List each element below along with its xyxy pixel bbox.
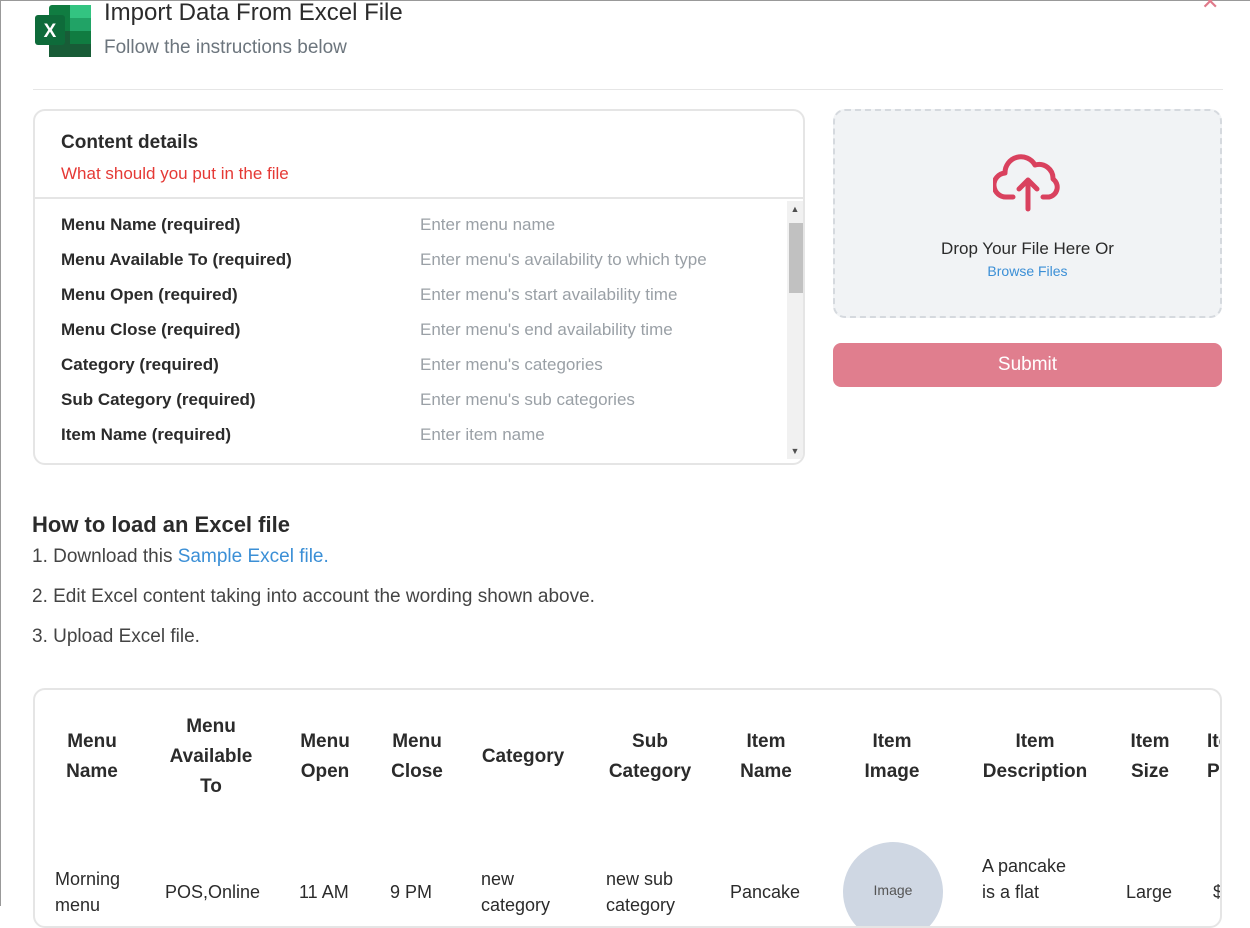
page-subtitle: Follow the instructions below (104, 37, 347, 58)
sample-excel-link[interactable]: Sample Excel file. (178, 546, 329, 567)
content-details-header: Content details What should you put in t… (35, 111, 803, 199)
field-label: Menu Available To (required) (61, 250, 292, 269)
file-dropzone[interactable]: Drop Your File Here Or Browse Files (833, 109, 1222, 318)
column-header: Menu Available To (169, 716, 253, 797)
cell-menu-open: 11 AM (299, 882, 349, 902)
drop-text: Drop Your File Here Or (941, 239, 1114, 258)
field-hint: Enter menu name (420, 215, 556, 234)
column-header: Menu Name (66, 731, 118, 782)
cell-menu-name: Morning menu (55, 869, 121, 915)
submit-button[interactable]: Submit (833, 343, 1222, 387)
content-details-card: Content details What should you put in t… (33, 109, 805, 465)
field-row: Item Name (required) Enter item name (61, 425, 781, 460)
cell-sub-category: new sub category (606, 869, 676, 915)
column-header: Menu Close (391, 731, 443, 782)
how-to-title: How to load an Excel file (32, 512, 290, 537)
field-hint: Enter menu's categories (420, 355, 603, 374)
field-label: Menu Close (required) (61, 320, 241, 339)
excel-icon: X (35, 5, 91, 57)
field-row: Menu Available To (required) Enter menu'… (61, 250, 781, 285)
field-label: Category (required) (61, 355, 219, 374)
field-hint: Enter menu's end availability time (420, 320, 673, 339)
column-header: Item Name (740, 731, 792, 782)
sample-table: Menu Name Menu Available To Menu Open Me… (33, 688, 1222, 928)
cell-menu-close: 9 PM (390, 882, 433, 902)
how-to-step-3: 3. Upload Excel file. (32, 626, 200, 647)
field-label: Menu Open (required) (61, 285, 238, 304)
cell-category: new category (481, 869, 551, 915)
field-row: Menu Open (required) Enter menu's start … (61, 285, 781, 320)
how-to-step-1: 1. Download this Sample Excel file. (32, 546, 329, 568)
column-header: Item Price (1207, 731, 1220, 782)
column-header: Item Image (864, 731, 920, 782)
column-header: Menu Open (300, 731, 350, 782)
excel-logo-letter: X (44, 21, 57, 42)
close-icon[interactable]: ✕ (1201, 0, 1219, 15)
field-list: Menu Name (required) Enter menu name Men… (35, 199, 785, 463)
browse-files-link[interactable]: Browse Files (835, 263, 1220, 279)
field-label: Sub Category (required) (61, 390, 256, 409)
column-header: Sub Category (608, 731, 692, 782)
how-to-step-2: 2. Edit Excel content taking into accoun… (32, 586, 595, 607)
field-hint: Enter menu's availability to which type (420, 250, 707, 269)
scroll-up-arrow-icon[interactable]: ▲ (787, 201, 803, 217)
scroll-down-arrow-icon[interactable]: ▼ (787, 443, 803, 459)
cell-item-description: A pancake is a flat (982, 856, 1067, 902)
cloud-upload-icon (993, 154, 1060, 212)
scroll-thumb[interactable] (789, 223, 803, 293)
field-row: Category (required) Enter menu's categor… (61, 355, 781, 390)
modal-header: X Import Data From Excel File Follow the… (33, 0, 1223, 90)
cell-menu-available-to: POS,Online (165, 882, 261, 902)
cell-item-price: $ (1213, 879, 1220, 905)
cell-item-size: Large (1126, 882, 1173, 902)
item-image-label: Image (873, 882, 913, 898)
item-image-placeholder: Image (843, 842, 943, 926)
column-header: Category (481, 746, 565, 767)
field-label: Item Name (required) (61, 425, 232, 444)
column-header: Item Description (982, 731, 1088, 782)
column-header: Item Size (1130, 731, 1170, 782)
content-details-subtitle: What should you put in the file (61, 164, 289, 183)
content-details-title: Content details (61, 132, 199, 153)
field-hint: Enter item name (420, 425, 545, 444)
cell-item-name: Pancake (730, 882, 801, 902)
field-hint: Enter menu's sub categories (420, 390, 635, 409)
field-row: Menu Name (required) Enter menu name (61, 215, 781, 250)
field-row: Sub Category (required) Enter menu's sub… (61, 390, 781, 425)
field-row: Menu Close (required) Enter menu's end a… (61, 320, 781, 355)
step-1-text: 1. Download this (32, 546, 178, 567)
field-list-scrollbar[interactable]: ▲ ▼ (787, 201, 803, 459)
field-label: Menu Name (required) (61, 215, 241, 234)
field-hint: Enter menu's start availability time (420, 285, 678, 304)
page-title: Import Data From Excel File (104, 0, 403, 26)
